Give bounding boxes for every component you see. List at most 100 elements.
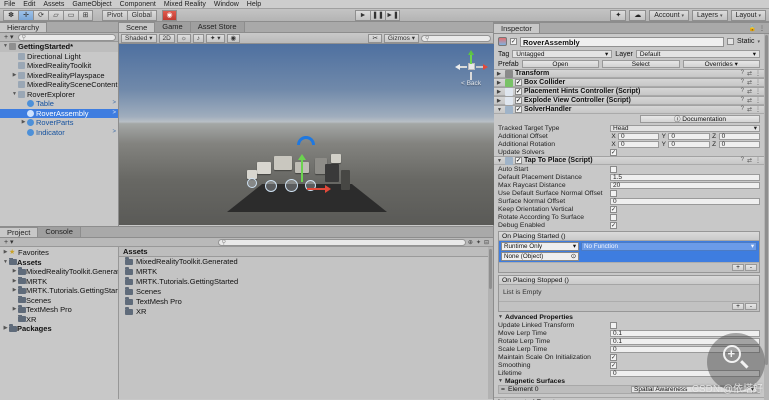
foldout-icon[interactable]: ▶	[497, 80, 503, 86]
open-asset-icon[interactable]: ⊕	[468, 239, 473, 246]
vector-field-z[interactable]: 0	[719, 133, 760, 140]
pause-button[interactable]: ❚❚	[370, 10, 385, 21]
kebab-menu-icon[interactable]: ⋮	[759, 25, 765, 32]
foldout-icon[interactable]: ▶	[2, 248, 9, 258]
tree-item-indicator[interactable]: Indicator>	[0, 128, 118, 138]
presets-icon[interactable]: ⇄	[747, 79, 752, 86]
tree-item-table[interactable]: Table>	[0, 99, 118, 109]
gizmo-y-axis[interactable]	[301, 156, 303, 182]
presets-icon[interactable]: ⇄	[747, 97, 752, 104]
step-button[interactable]: ►❚	[385, 10, 400, 21]
hidden-count-icon[interactable]: ⊟	[484, 239, 489, 246]
project-scrollbar[interactable]	[488, 247, 493, 399]
2d-toggle[interactable]: 2D	[159, 34, 175, 43]
presets-icon[interactable]: ⇄	[747, 88, 752, 95]
hierarchy-search-input[interactable]: ⚲	[18, 34, 116, 41]
tree-item-mrtk-tutorials-gettingstarted[interactable]: ▶MRTK.Tutorials.GettingStarted	[0, 286, 118, 296]
property-checkbox[interactable]: ✓	[610, 362, 617, 369]
prefab-arrow-icon[interactable]: >	[112, 109, 116, 119]
documentation-button[interactable]: ⓘ Documentation	[640, 115, 760, 123]
component-header-placement-hints-controller-script-[interactable]: ▶✓Placement Hints Controller (Script)?⇄⋮	[494, 87, 764, 96]
lock-icon[interactable]: 🔒	[749, 25, 756, 32]
scale-tool-icon[interactable]: ▱	[48, 10, 63, 21]
rotate-tool-icon[interactable]: ⟳	[33, 10, 48, 21]
tree-item-assets[interactable]: ▼Assets	[0, 258, 118, 268]
help-icon[interactable]: ?	[741, 157, 744, 164]
tree-item-packages[interactable]: ▶Packages	[0, 324, 118, 334]
property-checkbox[interactable]: ✓	[610, 222, 617, 229]
layers-dropdown[interactable]: Layers ▾	[692, 10, 727, 21]
cloud-icon[interactable]: ☁	[629, 10, 646, 21]
tree-item-roverparts[interactable]: ▶RoverParts	[0, 118, 118, 128]
tree-item-roverexplorer[interactable]: ▼RoverExplorer	[0, 90, 118, 100]
drag-handle-icon[interactable]: =	[501, 386, 505, 393]
event-function-dropdown[interactable]: No Function▾	[581, 242, 757, 251]
foldout-icon[interactable]: ▶	[497, 89, 503, 95]
global-toggle[interactable]: Global	[127, 10, 157, 21]
hierarchy-create-button[interactable]: + ▾	[2, 33, 16, 41]
transform-tool-icon[interactable]: ⊞	[78, 10, 93, 21]
object-name-field[interactable]: RoverAssembly	[520, 37, 724, 47]
tab-scene-scene[interactable]: Scene	[119, 22, 155, 32]
tree-item-scenes[interactable]: Scenes	[0, 296, 118, 306]
advanced-properties-foldout[interactable]: ▼Advanced Properties	[494, 313, 764, 321]
favorites-filter-icon[interactable]: ✦	[476, 239, 481, 246]
kebab-menu-icon[interactable]: ⋮	[755, 88, 761, 95]
component-header-explode-view-controller-script-[interactable]: ▶✓Explode View Controller (Script)?⇄⋮	[494, 96, 764, 105]
vector-field-x[interactable]: 0	[618, 133, 659, 140]
foldout-icon[interactable]: ▶	[11, 267, 18, 277]
vector-field-x[interactable]: 0	[618, 141, 659, 148]
foldout-icon[interactable]: ▶	[11, 286, 18, 296]
tab-inspector[interactable]: Inspector	[494, 23, 540, 33]
help-icon[interactable]: ?	[741, 97, 744, 104]
taptoplace-enabled-checkbox[interactable]: ✓	[515, 157, 522, 164]
help-icon[interactable]: ?	[741, 70, 744, 77]
solverhandler-enabled-checkbox[interactable]: ✓	[515, 106, 522, 113]
foldout-icon[interactable]: ▶	[497, 71, 503, 77]
property-checkbox[interactable]: ✓	[610, 149, 617, 156]
foldout-icon[interactable]: ▶	[497, 98, 503, 104]
foldout-icon[interactable]: ▼	[2, 258, 9, 268]
property-checkbox[interactable]	[610, 322, 617, 329]
gizmos-dropdown[interactable]: Gizmos ▾	[384, 34, 419, 43]
static-dropdown-icon[interactable]: ▾	[757, 39, 760, 45]
services-icon[interactable]: ✦	[610, 10, 626, 21]
play-button[interactable]: ►	[355, 10, 370, 21]
menu-component[interactable]: Component	[120, 1, 156, 8]
foldout-icon[interactable]: ▶	[2, 324, 9, 334]
tree-item-mixedrealitytoolkit-generated[interactable]: ▶MixedRealityToolkit.Generated	[0, 267, 118, 277]
component-enabled-checkbox[interactable]: ✓	[515, 79, 522, 86]
event-add-button[interactable]: +	[732, 303, 744, 310]
tree-item-mrtk[interactable]: ▶MRTK	[0, 277, 118, 287]
event-add-button[interactable]: +	[732, 264, 744, 271]
asset-folder-scenes[interactable]: Scenes	[119, 287, 493, 297]
prefab-select-button[interactable]: Select	[602, 60, 679, 68]
foldout-icon[interactable]: ▼	[2, 42, 9, 52]
tab-scene-game[interactable]: Game	[155, 22, 190, 32]
property-checkbox[interactable]: ✓	[610, 354, 617, 361]
scene-search-input[interactable]: ⚲	[421, 35, 491, 42]
property-checkbox[interactable]	[610, 166, 617, 173]
vector-field-y[interactable]: 0	[668, 141, 709, 148]
tree-item-mixedrealitytoolkit[interactable]: MixedRealityToolkit	[0, 61, 118, 71]
prefab-arrow-icon[interactable]: >	[112, 99, 116, 109]
pivot-toggle[interactable]: Pivot	[102, 10, 127, 21]
property-checkbox[interactable]	[610, 190, 617, 197]
component-header-transform[interactable]: ▶Transform?⇄⋮	[494, 69, 764, 78]
presets-icon[interactable]: ⇄	[747, 106, 752, 113]
menu-file[interactable]: File	[4, 1, 15, 8]
presets-icon[interactable]: ⇄	[747, 70, 752, 77]
hand-tool-icon[interactable]: ✽	[3, 10, 18, 21]
foldout-icon[interactable]: ▶	[11, 277, 18, 287]
property-field[interactable]: 0	[610, 198, 760, 205]
active-checkbox[interactable]: ✓	[510, 38, 517, 45]
tree-item-textmesh-pro[interactable]: ▶TextMesh Pro	[0, 305, 118, 315]
hidden-objects-icon[interactable]: ◉	[227, 34, 241, 43]
rect-tool-icon[interactable]: ▭	[63, 10, 78, 21]
kebab-menu-icon[interactable]: ⋮	[755, 97, 761, 104]
foldout-icon[interactable]: ▶	[11, 71, 18, 81]
component-header-solverhandler[interactable]: ▼ ✓ SolverHandler ?⇄⋮	[494, 105, 764, 114]
asset-folder-mrtk-tutorials-gettingstarted[interactable]: MRTK.Tutorials.GettingStarted	[119, 277, 493, 287]
static-checkbox[interactable]	[727, 38, 734, 45]
tree-item-gettingstarted-[interactable]: ▼GettingStarted*	[0, 42, 118, 52]
